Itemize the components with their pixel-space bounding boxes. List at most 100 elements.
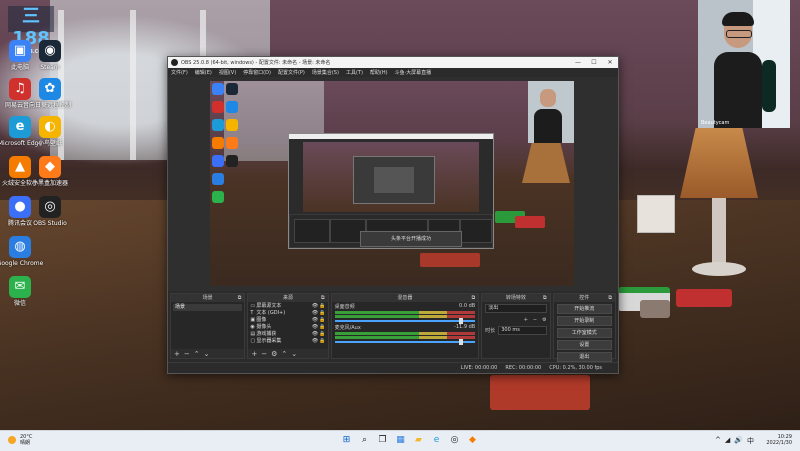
menu-item[interactable]: 工具(T) [346, 69, 363, 76]
minimize-icon[interactable]: — [570, 59, 586, 66]
mixer-channel-name: 桌面音频 [334, 304, 355, 310]
obs-taskbar-icon[interactable]: ◎ [448, 434, 461, 447]
gear-icon[interactable]: ⚙ [542, 317, 546, 323]
wallpaper-lamp-foot [692, 262, 746, 276]
lock-icon[interactable]: 🔒 [319, 303, 326, 309]
undock-icon[interactable]: ⧉ [543, 294, 547, 302]
menu-item[interactable]: 编辑(E) [195, 69, 212, 76]
volume-slider[interactable] [334, 318, 476, 324]
sun-icon [8, 436, 16, 444]
scene-item[interactable]: 场景 [173, 304, 243, 311]
add-icon[interactable]: + [524, 317, 528, 323]
widgets-icon[interactable]: ▦ [394, 434, 407, 447]
edge-taskbar-icon[interactable]: e [430, 434, 443, 447]
move-up-icon[interactable]: ⌃ [194, 350, 200, 358]
lock-icon[interactable]: 🔒 [319, 310, 326, 316]
lock-icon[interactable]: 🔒 [319, 338, 326, 344]
obs-preview[interactable]: 头条平台开播成功 [168, 77, 618, 291]
tray-item[interactable]: 🔊 [734, 436, 743, 446]
maximize-icon[interactable]: ☐ [586, 59, 602, 66]
duration-field[interactable]: 300 ms [498, 326, 547, 335]
taskbar-apps: ⊞ ⌕ ❐ ▦ ▰ e ◎ ◆ [340, 434, 479, 447]
undock-icon[interactable]: ⧉ [472, 294, 476, 302]
eye-icon[interactable]: 👁 [312, 310, 319, 316]
desktop-icon-label: 小鸟壁纸 [37, 140, 62, 147]
undock-icon[interactable]: ⧉ [608, 294, 612, 302]
exit-button[interactable]: 退出 [556, 352, 612, 362]
source-name: 图像 [256, 317, 267, 323]
preview-canvas[interactable]: 头条平台开播成功 [210, 81, 574, 286]
obs-titlebar[interactable]: OBS 25.0.8 (64-bit, windows) - 配置文件: 未命名… [168, 57, 618, 68]
move-down-icon[interactable]: ⌄ [204, 350, 210, 358]
remove-icon[interactable]: − [184, 350, 190, 358]
move-up-icon[interactable]: ⌃ [281, 350, 287, 358]
source-item[interactable]: ▭ 屏幕源文本 👁 🔒 [248, 302, 327, 310]
studio-mode-button[interactable]: 工作室模式 [556, 328, 612, 338]
volume-slider[interactable] [334, 339, 476, 345]
sunlogin-icon: ✿ [39, 78, 61, 100]
source-item[interactable]: ◉ 摄像头 👁 🔒 [248, 323, 327, 331]
mixer-channel-name: 麦克风/Aux [334, 325, 361, 331]
menu-item[interactable]: 文件(F) [171, 69, 188, 76]
transitions-dock-header: 转场特效 ⧉ [482, 294, 550, 302]
menu-item[interactable]: 配置文件(P) [278, 69, 305, 76]
task-view-icon[interactable]: ❐ [376, 434, 389, 447]
preview-webcam [528, 81, 574, 143]
tray-item[interactable]: ◢ [725, 436, 730, 446]
menu-item[interactable]: 视图(V) [219, 69, 236, 76]
source-item[interactable]: T 文本 (GDI+) 👁 🔒 [248, 309, 327, 317]
app-taskbar-icon[interactable]: ◆ [466, 434, 479, 447]
menu-item[interactable]: 停靠窗口(D) [243, 69, 271, 76]
settings-button[interactable]: 设置 [556, 340, 612, 350]
add-icon[interactable]: + [251, 350, 257, 358]
obs-window[interactable]: OBS 25.0.8 (64-bit, windows) - 配置文件: 未命名… [167, 56, 619, 374]
webcam-person-body [714, 52, 762, 128]
gear-icon[interactable]: ⚙ [271, 350, 277, 358]
desktop-icon[interactable]: ◉ Steam [20, 40, 80, 71]
source-item[interactable]: ▢ 显示器采集 👁 🔒 [248, 337, 327, 345]
wallpaper-controller [640, 300, 670, 318]
eye-icon[interactable]: 👁 [312, 317, 319, 323]
menu-item[interactable]: 斗鱼·大屏幕直播 [395, 69, 432, 76]
menu-item[interactable]: 场景集合(S) [312, 69, 339, 76]
desktop-icon[interactable]: ✉ 微信 [0, 276, 50, 307]
remove-icon[interactable]: − [533, 317, 537, 323]
desktop-icon[interactable]: ◍ Google Chrome [0, 236, 50, 267]
tray-item[interactable]: 中 [747, 436, 754, 446]
remove-icon[interactable]: − [261, 350, 267, 358]
lock-icon[interactable]: 🔒 [319, 324, 326, 330]
start-icon[interactable]: ⊞ [340, 434, 353, 447]
move-down-icon[interactable]: ⌄ [291, 350, 297, 358]
desktop-icon[interactable]: ✿ 向日葵远程控制 [20, 78, 80, 109]
undock-icon[interactable]: ⧉ [321, 294, 325, 302]
start-recording-button[interactable]: 开始录制 [556, 316, 612, 326]
file-explorer-icon[interactable]: ▰ [412, 434, 425, 447]
start-streaming-button[interactable]: 开始推流 [556, 304, 612, 314]
volume-slider-handle[interactable] [459, 339, 464, 345]
add-icon[interactable]: + [174, 350, 180, 358]
mixer-channel-header: 麦克风/Aux -11.9 dB [335, 324, 476, 331]
close-icon[interactable]: ✕ [602, 59, 618, 66]
wallpaper-controller [676, 289, 732, 307]
weather-widget[interactable]: 20°C 晴朗 [8, 434, 32, 446]
transition-select[interactable]: 淡出 [485, 304, 547, 313]
undock-icon[interactable]: ⧉ [238, 294, 242, 302]
clock[interactable]: 10:29 2022/1/30 [766, 434, 792, 446]
menu-item[interactable]: 帮助(H) [370, 69, 388, 76]
desktop-icon-label: Google Chrome [0, 260, 44, 267]
lock-icon[interactable]: 🔒 [319, 331, 326, 337]
eye-icon[interactable]: 👁 [312, 338, 319, 344]
eye-icon[interactable]: 👁 [312, 303, 319, 309]
tray-item[interactable]: ^ [715, 436, 721, 446]
desktop-icon[interactable]: ◆ 小黑盒加速器 [20, 156, 80, 187]
desktop-icon[interactable]: ◎ OBS Studio [20, 196, 80, 227]
search-icon[interactable]: ⌕ [358, 434, 371, 447]
eye-icon[interactable]: 👁 [312, 331, 319, 337]
desktop-icon[interactable]: ◐ 小鸟壁纸 [20, 116, 80, 147]
eye-icon[interactable]: 👁 [312, 324, 319, 330]
obs-logo-icon [171, 59, 178, 66]
lock-icon[interactable]: 🔒 [319, 317, 326, 323]
volume-slider-handle[interactable] [459, 318, 464, 324]
source-item[interactable]: ▣ 图像 👁 🔒 [248, 316, 327, 324]
source-item[interactable]: ▤ 游戏捕获 👁 🔒 [248, 330, 327, 338]
